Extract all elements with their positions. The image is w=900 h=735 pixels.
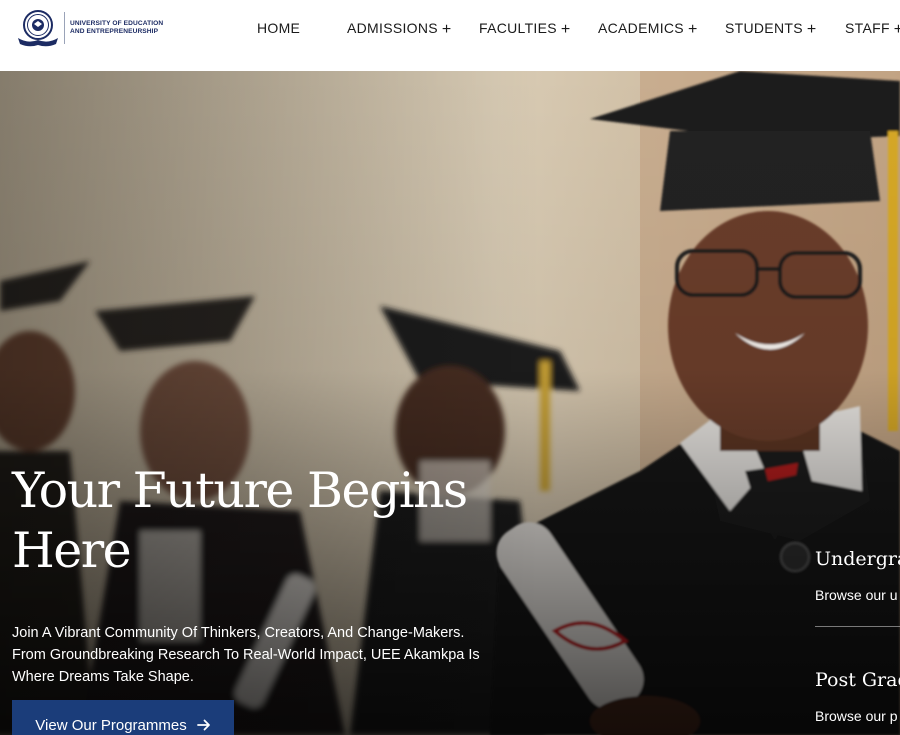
view-programmes-button[interactable]: View Our Programmes (12, 700, 234, 735)
plus-icon: + (560, 21, 571, 38)
university-logo[interactable]: UNIVERSITY OF EDUCATION AND ENTREPRENEUR… (16, 8, 170, 48)
hero-description: Join A Vibrant Community Of Thinkers, Cr… (12, 622, 482, 688)
nav-faculties-label: FACULTIES (479, 20, 557, 36)
logo-text-line1: UNIVERSITY OF EDUCATION (70, 20, 164, 27)
nav-admissions-label: ADMISSIONS (347, 20, 438, 36)
hero-section: Your Future Begins Here Join A Vibrant C… (0, 71, 900, 735)
side-panel-divider (815, 626, 900, 627)
hero-title-line2: Here (12, 522, 132, 579)
logo-divider (64, 12, 65, 44)
hero-description-line1: Join A Vibrant Community Of Thinkers, Cr… (12, 625, 465, 641)
hero-title: Your Future Begins Here (12, 461, 472, 581)
site-header: UNIVERSITY OF EDUCATION AND ENTREPRENEUR… (0, 0, 900, 71)
undergraduate-title: Undergrad (815, 548, 900, 570)
plus-icon: + (441, 21, 452, 38)
nav-home-label: HOME (257, 20, 301, 36)
nav-faculties[interactable]: FACULTIES + (479, 20, 571, 39)
plus-icon: + (806, 21, 817, 38)
arrow-right-icon (196, 719, 210, 731)
postgraduate-subtitle: Browse our p (815, 708, 898, 724)
nav-staff[interactable]: STAFF + (845, 20, 900, 39)
nav-home[interactable]: HOME (257, 20, 300, 36)
hero-title-line1: Your Future Begins (12, 462, 468, 519)
postgraduate-title: Post Grad (815, 669, 900, 691)
nav-students-label: STUDENTS (725, 20, 803, 36)
logo-wordmark: UNIVERSITY OF EDUCATION AND ENTREPRENEUR… (70, 20, 170, 36)
university-seal-icon (18, 10, 58, 47)
hero-description-line3: Where Dreams Take Shape. (12, 669, 194, 685)
hero-description-line2: From Groundbreaking Research To Real-Wor… (12, 647, 480, 663)
nav-academics-label: ACADEMICS (598, 20, 684, 36)
nav-academics[interactable]: ACADEMICS + (598, 20, 698, 39)
undergraduate-subtitle: Browse our u (815, 587, 898, 603)
logo-text-line2: AND ENTREPRENEURSHIP (70, 28, 159, 35)
plus-icon: + (893, 21, 900, 38)
nav-staff-label: STAFF (845, 20, 890, 36)
view-programmes-label: View Our Programmes (35, 716, 187, 734)
programme-side-panel: Undergrad Browse our u Post Grad Browse … (815, 71, 900, 735)
plus-icon: + (687, 21, 698, 38)
nav-students[interactable]: STUDENTS + (725, 20, 817, 39)
nav-admissions[interactable]: ADMISSIONS + (347, 20, 452, 39)
